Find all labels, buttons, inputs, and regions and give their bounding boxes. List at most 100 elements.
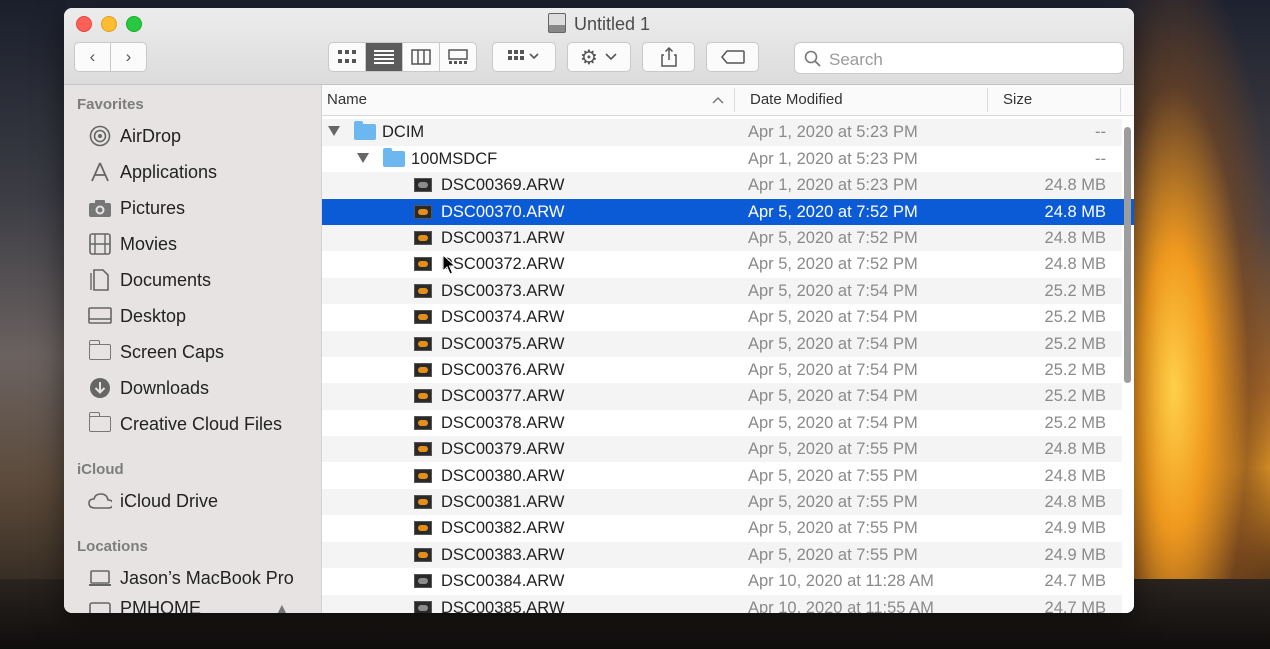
file-size: --: [1095, 123, 1106, 142]
list-view-button[interactable]: [365, 42, 403, 72]
file-name: DSC00381.ARW: [441, 492, 565, 511]
desktop-icon: [88, 305, 112, 327]
sidebar-item-label: Documents: [120, 269, 212, 290]
tags-button[interactable]: [706, 42, 759, 72]
file-size: 24.8 MB: [1044, 492, 1106, 511]
file-name: DSC00376.ARW: [441, 360, 565, 379]
gallery-view-button[interactable]: [439, 42, 477, 72]
column-name[interactable]: Name: [327, 91, 367, 108]
file-date: Apr 1, 2020 at 5:23 PM: [748, 149, 918, 168]
file-name: DSC00372.ARW: [441, 255, 565, 274]
action-menu-button[interactable]: ⚙: [567, 42, 631, 72]
file-name: DSC00383.ARW: [441, 545, 565, 564]
list-item-file[interactable]: DSC00383.ARW Apr 5, 2020 at 7:55 PM 24.9…: [322, 541, 1122, 569]
sidebar-item-movies[interactable]: Movies: [88, 229, 177, 259]
back-button[interactable]: ‹: [74, 42, 111, 72]
list-item-file[interactable]: DSC00381.ARW Apr 5, 2020 at 7:55 PM 24.8…: [322, 488, 1122, 516]
list-item-file[interactable]: DSC00378.ARW Apr 5, 2020 at 7:54 PM 25.2…: [322, 410, 1122, 436]
raw-image-icon: [414, 230, 432, 245]
search-field[interactable]: [794, 42, 1124, 74]
file-date: Apr 5, 2020 at 7:55 PM: [748, 545, 918, 564]
icon-view-button[interactable]: [328, 42, 366, 72]
forward-button[interactable]: ›: [110, 42, 147, 72]
list-item-folder-dcim[interactable]: DCIM Apr 1, 2020 at 5:23 PM --: [322, 119, 1122, 146]
sidebar-item-screen-caps[interactable]: Screen Caps: [88, 337, 224, 367]
sidebar-item-desktop[interactable]: Desktop: [88, 301, 186, 331]
file-size: 24.8 MB: [1044, 176, 1106, 195]
disk-icon: [547, 13, 566, 33]
search-input[interactable]: [827, 49, 1111, 71]
list-item-file[interactable]: DSC00375.ARW Apr 5, 2020 at 7:54 PM 25.2…: [322, 330, 1122, 357]
column-view-button[interactable]: [402, 42, 440, 72]
sidebar-item-label: Screen Caps: [120, 341, 225, 362]
raw-image-icon: [414, 494, 432, 509]
file-date: Apr 5, 2020 at 7:54 PM: [748, 360, 918, 379]
sidebar-item-documents[interactable]: Documents: [88, 265, 211, 295]
file-name: DSC00377.ARW: [441, 387, 565, 406]
list-item-file[interactable]: DSC00385.ARW Apr 10, 2020 at 11:55 AM 24…: [322, 594, 1122, 614]
group-by-button[interactable]: [492, 42, 556, 72]
raw-image-icon: [414, 547, 432, 562]
file-name: DSC00382.ARW: [441, 519, 565, 538]
file-size: 25.2 MB: [1044, 413, 1106, 432]
list-item-file[interactable]: DSC00380.ARW Apr 5, 2020 at 7:55 PM 24.8…: [322, 463, 1122, 489]
disclosure-triangle-icon[interactable]: [357, 152, 369, 163]
file-date: Apr 5, 2020 at 7:55 PM: [748, 519, 918, 538]
list-item-file[interactable]: DSC00373.ARW Apr 5, 2020 at 7:54 PM 25.2…: [322, 277, 1122, 305]
sidebar-item-macbook[interactable]: Jason’s MacBook Pro: [88, 563, 294, 593]
raw-image-icon: [414, 178, 432, 193]
list-item-folder-100msdcf[interactable]: 100MSDCF Apr 1, 2020 at 5:23 PM --: [322, 146, 1122, 172]
eject-icon[interactable]: ▲: [275, 600, 289, 613]
sidebar-item-pictures[interactable]: Pictures: [88, 193, 185, 223]
list-item-file[interactable]: DSC00384.ARW Apr 10, 2020 at 11:28 AM 24…: [322, 568, 1122, 594]
sidebar-item-creative-cloud-files[interactable]: Creative Cloud Files: [88, 409, 282, 439]
file-size: 24.8 MB: [1044, 202, 1106, 221]
list-item-file-selected[interactable]: DSC00370.ARW Apr 5, 2020 at 7:52 PM 24.8…: [322, 198, 1134, 225]
list-item-file[interactable]: DSC00379.ARW Apr 5, 2020 at 7:55 PM 24.8…: [322, 436, 1122, 463]
column-header: Name Date Modified Size: [322, 85, 1134, 116]
sort-ascending-icon[interactable]: [712, 96, 724, 104]
file-name: DSC00371.ARW: [441, 228, 565, 247]
sidebar-item-pmhome[interactable]: PMHOME ▲: [88, 593, 289, 613]
folder-icon: [383, 147, 405, 167]
sidebar-item-airdrop[interactable]: AirDrop: [88, 121, 181, 151]
sidebar-item-label: Pictures: [120, 197, 186, 218]
vertical-scrollbar[interactable]: [1124, 127, 1131, 383]
share-button[interactable]: [642, 42, 695, 72]
sidebar-item-label: Creative Cloud Files: [120, 413, 283, 434]
file-date: Apr 1, 2020 at 5:23 PM: [748, 123, 918, 142]
column-date-modified[interactable]: Date Modified: [750, 91, 843, 108]
sidebar: Favorites AirDrop Applications Pictures …: [64, 85, 322, 613]
gear-icon: ⚙: [580, 46, 598, 69]
raw-image-icon: [414, 468, 432, 483]
list-item-file[interactable]: DSC00376.ARW Apr 5, 2020 at 7:54 PM 25.2…: [322, 357, 1122, 383]
sidebar-item-applications[interactable]: Applications: [88, 157, 217, 187]
file-size: 24.7 MB: [1044, 598, 1106, 614]
file-size: 24.8 MB: [1044, 466, 1106, 485]
list-item-file[interactable]: DSC00374.ARW Apr 5, 2020 at 7:54 PM 25.2…: [322, 304, 1122, 330]
raw-image-icon: [414, 362, 432, 377]
sidebar-item-icloud-drive[interactable]: iCloud Drive: [88, 486, 218, 516]
file-size: 25.2 MB: [1044, 387, 1106, 406]
locations-header: Locations: [77, 538, 148, 555]
file-date: Apr 1, 2020 at 5:23 PM: [748, 176, 918, 195]
finder-window: Untitled 1 ‹ › ⚙ Search Favorites AirDro…: [64, 8, 1134, 613]
raw-image-icon: [414, 389, 432, 404]
list-item-file[interactable]: DSC00382.ARW Apr 5, 2020 at 7:55 PM 24.9…: [322, 515, 1122, 541]
sidebar-item-downloads[interactable]: Downloads: [88, 373, 209, 403]
sidebar-item-label: Desktop: [120, 305, 187, 326]
column-size[interactable]: Size: [1003, 91, 1032, 108]
list-item-file[interactable]: DSC00371.ARW Apr 5, 2020 at 7:52 PM 24.8…: [322, 224, 1122, 252]
file-name: DSC00375.ARW: [441, 334, 565, 353]
folder-icon: [354, 121, 376, 141]
drive-icon: [88, 597, 112, 613]
file-date: Apr 5, 2020 at 7:52 PM: [748, 255, 918, 274]
disclosure-triangle-icon[interactable]: [328, 126, 340, 137]
icloud-header: iCloud: [77, 461, 124, 478]
chevron-down-icon: [605, 53, 617, 61]
list-item-file[interactable]: DSC00369.ARW Apr 1, 2020 at 5:23 PM 24.8…: [322, 172, 1122, 199]
raw-image-icon: [414, 574, 432, 589]
grid-icon: [338, 50, 356, 63]
airdrop-icon: [88, 125, 112, 147]
list-item-file[interactable]: DSC00377.ARW Apr 5, 2020 at 7:54 PM 25.2…: [322, 383, 1122, 410]
